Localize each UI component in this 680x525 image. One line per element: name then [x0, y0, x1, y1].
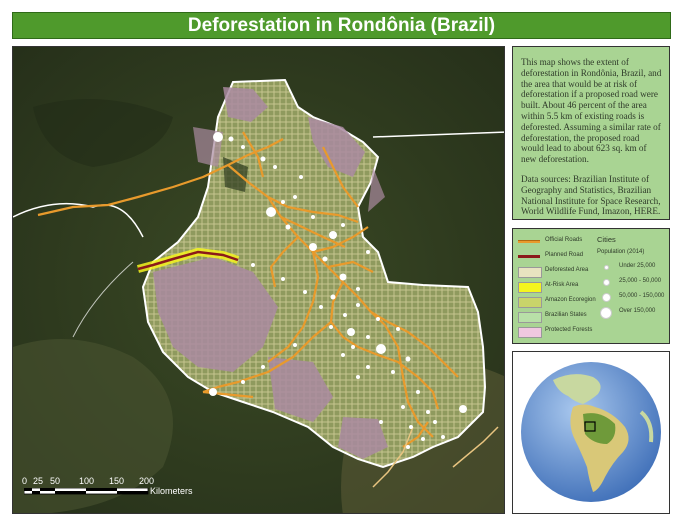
scale-tick-label: 200 — [139, 476, 155, 486]
description-panel: This map shows the extent of deforestati… — [512, 46, 670, 220]
scale-tick-label: 0 — [22, 476, 28, 486]
city-dot-icon — [604, 265, 609, 270]
city-dot-icon — [602, 293, 611, 302]
legend-panel: Official Roads Planned Road Deforested A… — [512, 228, 670, 344]
cities-subheading: Population (2014) — [597, 249, 645, 255]
city-dot-icon — [600, 307, 612, 319]
scale-tick-label: 50 — [50, 476, 61, 486]
scale-bar-graphic — [24, 488, 149, 495]
planned-road-line-icon — [518, 255, 540, 258]
scale-tick-label: 25 — [33, 476, 44, 486]
scale-unit: Kilometers — [150, 486, 193, 496]
scale-tick-label: 100 — [79, 476, 95, 486]
states-swatch-icon — [518, 312, 542, 323]
cities-heading: Cities — [597, 235, 616, 244]
road-line-icon — [518, 240, 540, 243]
locator-globe-panel — [512, 351, 670, 514]
protected-swatch-icon — [518, 327, 542, 338]
description-text: This map shows the extent of deforestati… — [521, 57, 662, 165]
data-sources-text: Data sources: Brazilian Institute of Geo… — [521, 173, 661, 217]
city-dot-icon — [603, 279, 610, 286]
locator-globe — [521, 362, 661, 502]
deforested-swatch-icon — [518, 267, 542, 278]
main-map[interactable] — [12, 46, 505, 514]
ecoregion-swatch-icon — [518, 297, 542, 308]
map-title: Deforestation in Rondônia (Brazil) — [12, 12, 671, 39]
at-risk-swatch-icon — [518, 282, 542, 293]
scale-tick-label: 150 — [109, 476, 125, 486]
rondonia-map — [13, 47, 504, 513]
